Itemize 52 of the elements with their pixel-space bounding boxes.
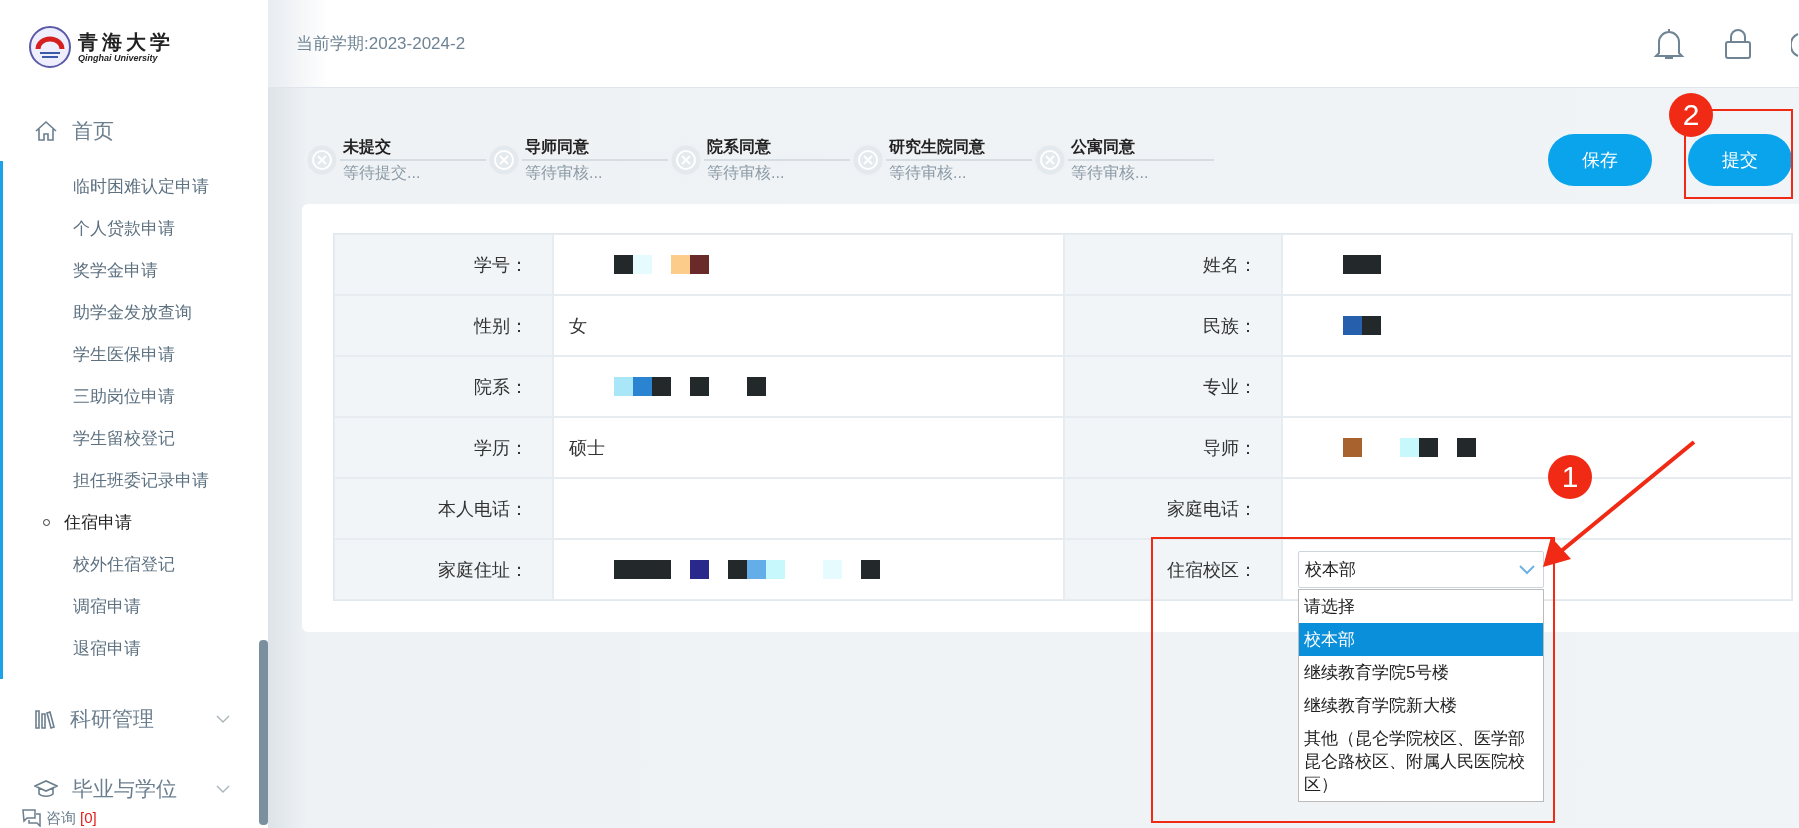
field-label: 院系： [334, 356, 553, 417]
logo-title: 青海大学 [78, 30, 174, 53]
step-status: 等待提交... [342, 163, 422, 183]
consult-link[interactable]: 咨询 [0] [22, 809, 97, 827]
step-title: 导师同意 [524, 137, 590, 157]
sidebar-item[interactable]: 学生医保申请 [3, 333, 253, 375]
sidebar-item[interactable]: 助学金发放查询 [3, 291, 253, 333]
sidebar-item[interactable]: 个人贷款申请 [3, 207, 253, 249]
field-label: 性别： [334, 295, 553, 356]
step-status: 等待审核... [524, 163, 604, 183]
field-label: 本人电话： [334, 478, 553, 539]
step-title: 未提交 [342, 137, 392, 157]
dropdown-option[interactable]: 校本部 [1299, 623, 1543, 656]
group-label: 科研管理 [70, 706, 155, 732]
consult-count: [0] [80, 809, 97, 827]
field-label: 学历： [334, 417, 553, 478]
home-label: 首页 [72, 118, 114, 144]
field-label: 学号： [334, 234, 553, 295]
sidebar-item[interactable]: 临时困难认定申请 [3, 165, 253, 207]
group-label: 毕业与学位 [72, 776, 178, 802]
field-label: 住宿校区： [1064, 539, 1282, 600]
logo-subtitle: Qinghai University [78, 52, 159, 64]
sidebar-item[interactable]: 学生留校登记 [3, 417, 253, 459]
step-status: 等待审核... [1070, 163, 1150, 183]
step-title: 院系同意 [706, 137, 772, 157]
step-status: 等待审核... [888, 163, 968, 183]
sidebar-item[interactable]: 住宿申请 [3, 501, 253, 543]
current-term: 当前学期:2023-2024-2 [296, 33, 467, 55]
sidebar-item[interactable]: 退宿申请 [3, 627, 253, 669]
field-label: 民族： [1064, 295, 1282, 356]
sidebar-item[interactable]: 调宿申请 [3, 585, 253, 627]
step-status: 等待审核... [706, 163, 786, 183]
submit-button[interactable]: 提交 [1688, 134, 1792, 186]
field-value: 女 [553, 295, 1064, 356]
home-nav-item[interactable]: 首页 [34, 109, 268, 153]
save-button[interactable]: 保存 [1548, 134, 1652, 186]
field-value: 硕士 [553, 417, 1064, 478]
sidebar-group[interactable]: 毕业与学位 [34, 771, 230, 807]
sidebar-item[interactable]: 校外住宿登记 [3, 543, 253, 585]
step-title: 研究生院同意 [888, 137, 986, 157]
sidebar-item[interactable]: 奖学金申请 [3, 249, 253, 291]
consult-label: 咨询 [46, 809, 76, 827]
sidebar-group[interactable]: 科研管理 [34, 701, 230, 737]
field-label: 姓名： [1064, 234, 1282, 295]
field-label: 专业： [1064, 356, 1282, 417]
campus-select[interactable]: 校本部 [1298, 551, 1544, 588]
field-label: 家庭电话： [1064, 478, 1282, 539]
sidebar-item[interactable]: 担任班委记录申请 [3, 459, 253, 501]
step-title: 公寓同意 [1070, 137, 1136, 157]
field-label: 家庭住址： [334, 539, 553, 600]
field-label: 导师： [1064, 417, 1282, 478]
sidebar-item[interactable]: 三助岗位申请 [3, 375, 253, 417]
